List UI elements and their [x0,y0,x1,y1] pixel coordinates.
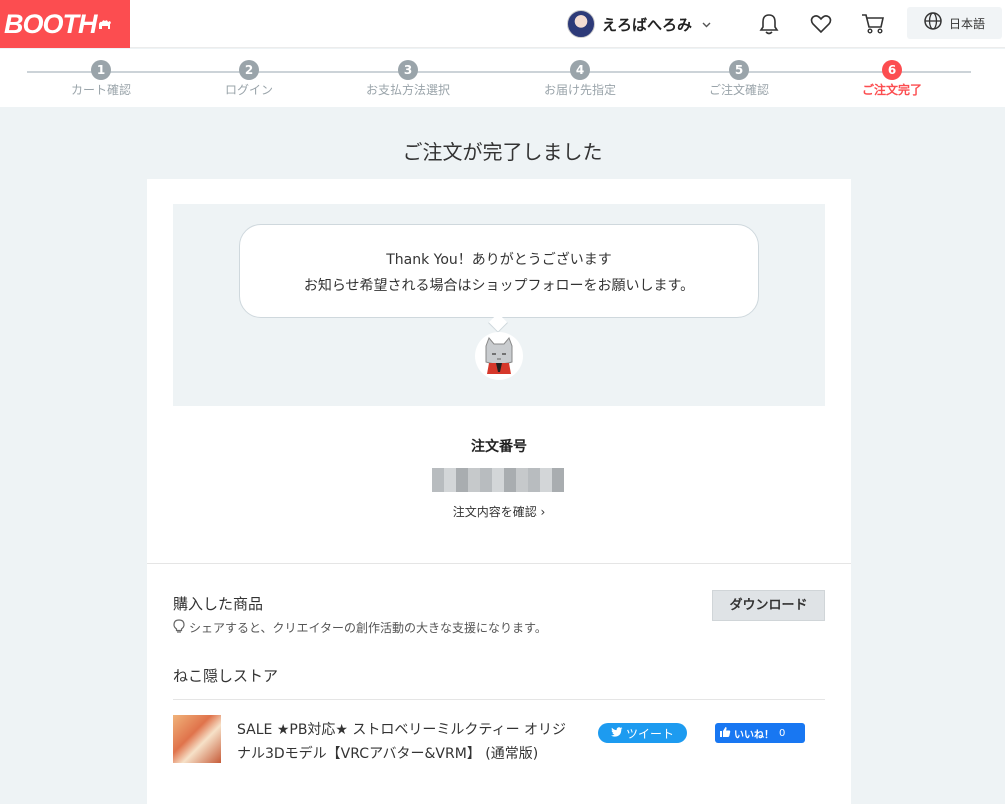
step-number: 4 [570,60,590,80]
site-header: BOOTH えろばへろみ 日本語 [0,0,1005,48]
avatar [567,10,595,38]
step-payment: 3 お支払方法選択 [328,59,488,98]
step-complete: 6 ご注文完了 [812,59,972,98]
order-complete-card: Thank You！ありがとうございます お知らせ希望される場合はショップフォロ… [147,179,851,804]
step-label: お届け先指定 [543,83,616,97]
share-tip: シェアすると、クリエイターの創作活動の大きな支援になります。 [173,619,547,636]
language-selector[interactable]: 日本語 [907,7,1002,39]
shop-divider [173,699,825,700]
logo-text: BOOTH [4,9,97,39]
like-label: いいね！ [734,729,774,741]
step-number: 6 [882,60,902,80]
step-number: 3 [398,60,418,80]
step-number: 1 [91,60,111,80]
chevron-down-icon [702,18,711,31]
share-tip-text: シェアすると、クリエイターの創作活動の大きな支援になります。 [189,621,547,635]
thanks-line-1: Thank You！ありがとうございます [386,252,612,268]
step-label: ログイン [224,83,273,97]
thumbs-up-icon [719,726,731,741]
camel-icon [98,2,112,48]
cart-icon[interactable] [860,11,886,37]
step-label: ご注文完了 [861,83,922,97]
mascot-icon [475,332,523,380]
tweet-label: ツイート [625,726,674,741]
step-label: ご注文確認 [708,83,769,97]
globe-icon [923,11,943,35]
lightbulb-icon [173,619,185,636]
booth-logo[interactable]: BOOTH [0,0,130,48]
item-thumbnail[interactable] [173,715,221,763]
step-label: お支払方法選択 [365,83,450,97]
bell-icon[interactable] [756,11,782,37]
step-login: 2 ログイン [169,59,329,98]
step-number: 5 [729,60,749,80]
user-menu[interactable]: えろばへろみ [567,9,711,39]
twitter-bird-icon [610,726,623,740]
step-cart: 1 カート確認 [21,59,181,98]
tweet-button[interactable]: ツイート [598,723,687,743]
download-button[interactable]: ダウンロード [712,590,825,621]
order-number-value [432,468,564,492]
like-count: 0 [779,727,786,739]
step-number: 2 [239,60,259,80]
shop-name[interactable]: ねこ隠しストア [173,665,278,686]
language-label: 日本語 [949,16,986,31]
purchased-items-title: 購入した商品 [173,595,264,613]
step-confirm: 5 ご注文確認 [659,59,819,98]
facebook-like-button[interactable]: いいね！ 0 [715,723,805,743]
step-delivery: 4 お届け先指定 [500,59,660,98]
page-title: ご注文が完了しました [402,140,603,164]
step-label: カート確認 [70,83,131,97]
section-divider [147,563,851,564]
thanks-area: Thank You！ありがとうございます お知らせ希望される場合はショップフォロ… [173,204,825,406]
checkout-steps: 1 カート確認 2 ログイン 3 お支払方法選択 4 お届け先指定 5 ご注文確… [0,49,1005,107]
heart-icon[interactable] [808,11,834,37]
thanks-line-2: お知らせ希望される場合はショップフォローをお願いします。 [303,278,695,294]
item-name[interactable]: SALE ★PB対応★ ストロベリーミルクティー オリジナル3Dモデル【VRCア… [237,718,577,766]
speech-bubble: Thank You！ありがとうございます お知らせ希望される場合はショップフォロ… [239,224,759,318]
order-details-link[interactable]: 注文内容を確認 › [147,503,851,520]
user-name: えろばへろみ [602,15,693,34]
order-number-label: 注文番号 [471,439,527,455]
